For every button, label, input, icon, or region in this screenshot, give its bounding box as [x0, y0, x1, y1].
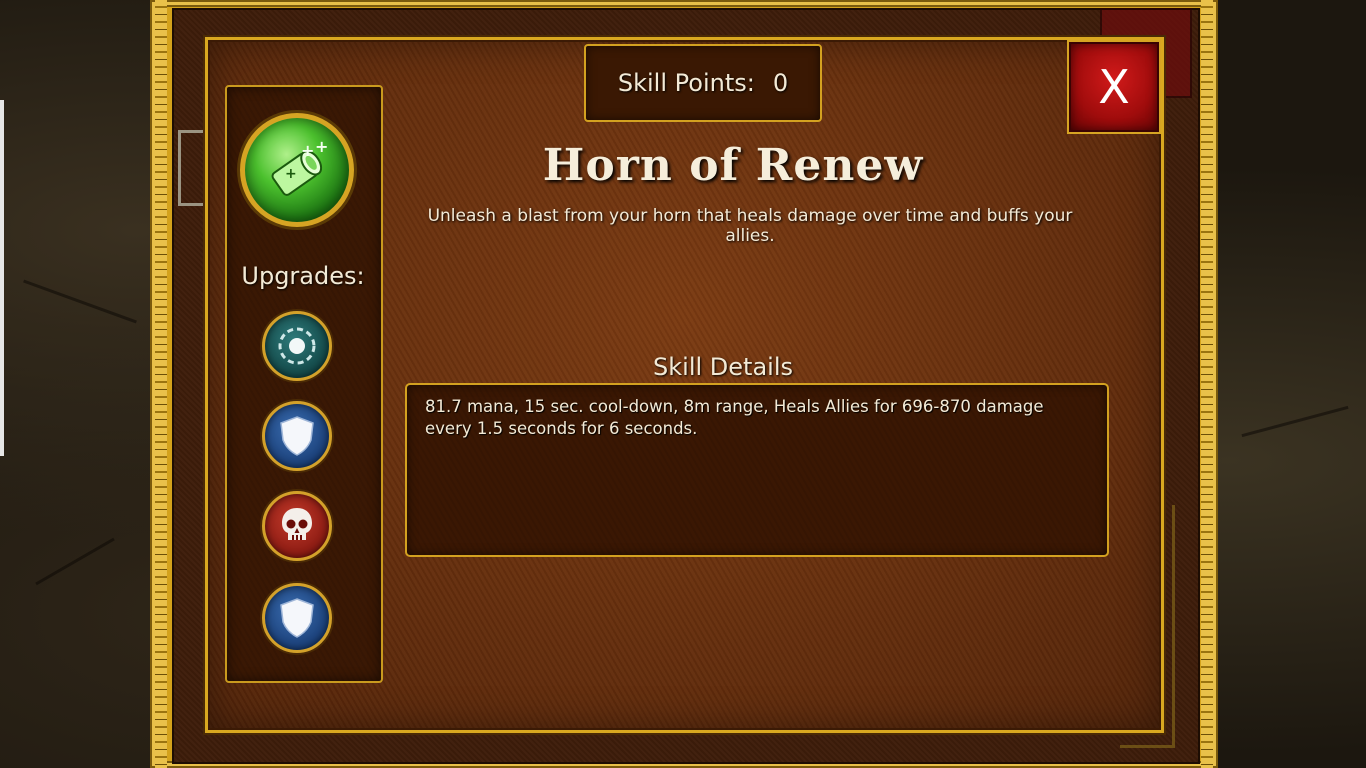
background-window-edge — [178, 130, 205, 206]
upgrades-label: Upgrades: — [241, 262, 365, 290]
background-crack — [35, 537, 115, 586]
upgrade-1-button[interactable] — [262, 311, 332, 381]
background-crack — [23, 279, 137, 324]
svg-text:+: + — [315, 137, 328, 156]
upgrade-2-button[interactable] — [262, 401, 332, 471]
skill-details-text: 81.7 mana, 15 sec. cool-down, 8m range, … — [425, 397, 1044, 438]
shield-icon — [280, 598, 314, 638]
close-button[interactable]: X — [1069, 42, 1159, 132]
skill-details-label: Skill Details — [653, 353, 793, 381]
skill-points-value: 0 — [772, 69, 789, 97]
skill-points-display: Skill Points: 0 — [584, 44, 822, 122]
svg-text:+: + — [285, 166, 297, 182]
skill-title: Horn of Renew — [542, 140, 924, 191]
skill-description: Unleash a blast from your horn that heal… — [427, 206, 1073, 246]
shield-icon — [280, 416, 314, 456]
ring-icon — [278, 327, 316, 365]
skill-details-box: 81.7 mana, 15 sec. cool-down, 8m range, … — [405, 383, 1109, 557]
background-crack — [1241, 405, 1349, 438]
upgrade-3-button[interactable] — [262, 491, 332, 561]
skull-icon — [282, 508, 312, 540]
screen-edge — [0, 100, 4, 456]
horn-heal-icon[interactable]: + + + — [240, 113, 354, 227]
upgrade-4-button[interactable] — [262, 583, 332, 653]
svg-text:+: + — [301, 141, 314, 160]
skill-points-label: Skill Points: — [617, 69, 755, 97]
rune-strip-left — [155, 0, 167, 768]
rune-strip-right — [1201, 0, 1213, 768]
close-icon: X — [1098, 60, 1130, 114]
